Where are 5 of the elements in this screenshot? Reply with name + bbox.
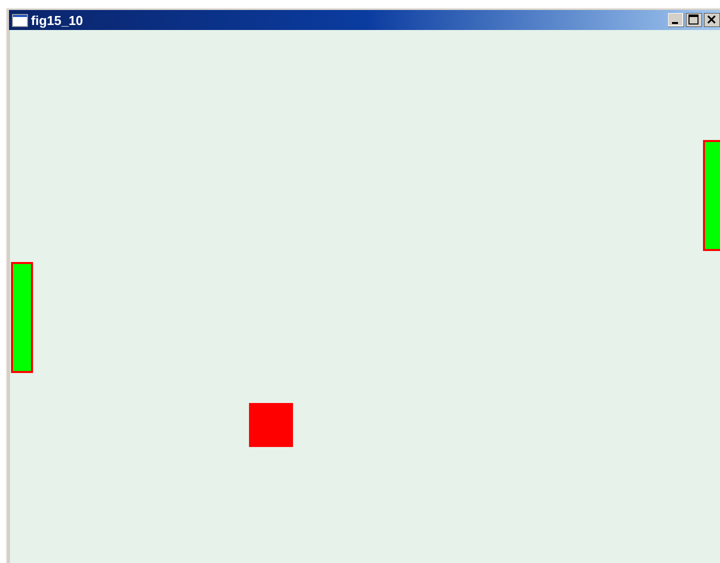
maximize-button[interactable] bbox=[686, 13, 702, 27]
minimize-button[interactable] bbox=[668, 13, 684, 27]
close-button[interactable] bbox=[704, 13, 720, 27]
window-icon bbox=[12, 14, 28, 26]
window-title: fig15_10 bbox=[31, 14, 84, 26]
